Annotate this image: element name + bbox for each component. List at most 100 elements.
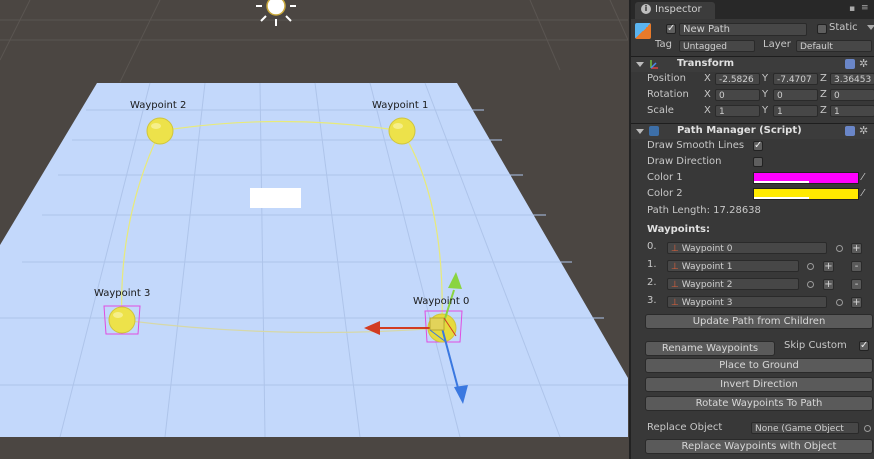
- path-length-text: Path Length: 17.28638: [647, 205, 761, 216]
- color1-field[interactable]: [753, 172, 859, 184]
- remove-waypoint-button[interactable]: -: [851, 261, 862, 272]
- eyedropper-icon[interactable]: ⁄: [862, 172, 864, 183]
- waypoint-0-field[interactable]: ⊥ Waypoint 0: [667, 242, 827, 254]
- active-checkbox[interactable]: ✓: [666, 24, 676, 34]
- position-y-label: Y: [762, 73, 769, 84]
- waypoint-1-field[interactable]: ⊥ Waypoint 1: [667, 260, 799, 272]
- rotation-label: Rotation: [647, 89, 689, 100]
- help-icon[interactable]: [845, 59, 855, 69]
- waypoint-1-name: Waypoint 1: [681, 262, 733, 272]
- replace-object-field[interactable]: None (Game Object: [751, 422, 859, 434]
- transform-ref-icon: ⊥: [671, 298, 679, 308]
- static-checkbox[interactable]: [817, 24, 827, 34]
- rotation-x-label: X: [704, 89, 711, 100]
- scale-z-input[interactable]: 1: [830, 105, 874, 117]
- place-to-ground-button[interactable]: Place to Ground: [645, 358, 873, 373]
- alpha-bar: [754, 181, 809, 183]
- position-x-input[interactable]: -2.5826: [715, 73, 760, 85]
- expand-icon: [636, 62, 644, 67]
- replace-waypoints-button[interactable]: Replace Waypoints with Object: [645, 439, 873, 454]
- waypoint-1-sphere[interactable]: [388, 117, 416, 145]
- menu-icon[interactable]: ≡: [861, 3, 869, 13]
- help-icon[interactable]: [845, 126, 855, 136]
- transform-ref-icon: ⊥: [671, 262, 679, 272]
- light-gizmo-icon[interactable]: [256, 0, 296, 26]
- scale-y-label: Y: [762, 105, 769, 116]
- remove-waypoint-button[interactable]: -: [851, 279, 862, 290]
- waypoint-2-name: Waypoint 2: [681, 280, 733, 290]
- add-waypoint-button[interactable]: +: [823, 261, 834, 272]
- lock-icon[interactable]: ▪: [849, 4, 855, 14]
- waypoint-3-label: Waypoint 3: [94, 288, 151, 299]
- layer-value: Default: [800, 42, 833, 52]
- draw-direction-checkbox[interactable]: [753, 157, 763, 167]
- skip-custom-label: Skip Custom: [784, 340, 847, 351]
- object-picker-icon[interactable]: [836, 245, 843, 252]
- rotation-z-label: Z: [820, 89, 827, 100]
- tag-label: Tag: [655, 39, 672, 50]
- replace-object-label: Replace Object: [647, 422, 723, 433]
- gear-icon[interactable]: ✲: [859, 124, 868, 137]
- waypoint-0-label: Waypoint 0: [413, 296, 470, 307]
- position-z-label: Z: [820, 73, 827, 84]
- rotation-z-input[interactable]: 0: [830, 89, 874, 101]
- color2-field[interactable]: [753, 188, 859, 200]
- waypoint-2-field[interactable]: ⊥ Waypoint 2: [667, 278, 799, 290]
- add-waypoint-button[interactable]: +: [823, 279, 834, 290]
- draw-smooth-lines-label: Draw Smooth Lines: [647, 140, 745, 151]
- scene-view[interactable]: Waypoint 2 Waypoint 1 Waypoint 3 Waypoin…: [0, 0, 628, 459]
- position-z-input[interactable]: 3.36453: [830, 73, 874, 85]
- tag-value: Untagged: [683, 42, 728, 52]
- layer-dropdown[interactable]: Default: [796, 40, 872, 52]
- eyedropper-icon[interactable]: ⁄: [862, 188, 864, 199]
- object-name-input[interactable]: New Path: [679, 23, 807, 36]
- waypoint-2-label: Waypoint 2: [130, 100, 187, 111]
- update-path-button[interactable]: Update Path from Children: [645, 314, 873, 329]
- rotation-x-input[interactable]: 0: [715, 89, 760, 101]
- object-picker-icon[interactable]: [864, 425, 871, 432]
- waypoint-index: 0.: [647, 241, 657, 252]
- expand-icon: [636, 129, 644, 134]
- layer-label: Layer: [763, 39, 791, 50]
- scale-y-input[interactable]: 1: [773, 105, 818, 117]
- tab-label: Inspector: [655, 4, 702, 15]
- chevron-down-icon[interactable]: [867, 25, 874, 30]
- scene-canvas[interactable]: [0, 0, 628, 459]
- tag-dropdown[interactable]: Untagged: [679, 40, 755, 52]
- scale-x-label: X: [704, 105, 711, 116]
- add-waypoint-button[interactable]: +: [851, 243, 862, 254]
- white-marker[interactable]: [250, 188, 301, 208]
- object-picker-icon[interactable]: [807, 281, 814, 288]
- waypoint-3-field[interactable]: ⊥ Waypoint 3: [667, 296, 827, 308]
- waypoint-0-name: Waypoint 0: [681, 244, 733, 254]
- transform-header[interactable]: Transform ✲: [631, 56, 874, 72]
- invert-direction-button[interactable]: Invert Direction: [645, 377, 873, 392]
- object-picker-icon[interactable]: [836, 299, 843, 306]
- gear-icon[interactable]: ✲: [859, 57, 868, 70]
- waypoint-index: 3.: [647, 295, 657, 306]
- path-manager-header[interactable]: Path Manager (Script) ✲: [631, 123, 874, 139]
- position-x-label: X: [704, 73, 711, 84]
- transform-ref-icon: ⊥: [671, 244, 679, 254]
- transform-icon: [649, 59, 659, 69]
- skip-custom-checkbox[interactable]: ✓: [859, 341, 869, 351]
- position-y-input[interactable]: -7.4707: [773, 73, 818, 85]
- waypoint-index: 2.: [647, 277, 657, 288]
- color2-label: Color 2: [647, 188, 683, 199]
- rotation-y-label: Y: [762, 89, 769, 100]
- draw-smooth-lines-checkbox[interactable]: ✓: [753, 141, 763, 151]
- rotate-waypoints-button[interactable]: Rotate Waypoints To Path: [645, 396, 873, 411]
- ground-plane[interactable]: [0, 83, 628, 437]
- add-waypoint-button[interactable]: +: [851, 297, 862, 308]
- object-picker-icon[interactable]: [807, 263, 814, 270]
- rename-waypoints-button[interactable]: Rename Waypoints: [645, 341, 775, 356]
- scale-x-input[interactable]: 1: [715, 105, 760, 117]
- waypoint-2-sphere[interactable]: [146, 117, 174, 145]
- background-grid: [0, 0, 628, 83]
- gameobject-icon: [635, 23, 651, 39]
- rotation-y-input[interactable]: 0: [773, 89, 818, 101]
- alpha-bar: [754, 197, 809, 199]
- tab-inspector[interactable]: i Inspector: [635, 2, 715, 19]
- color1-label: Color 1: [647, 172, 683, 183]
- waypoint-index: 1.: [647, 259, 657, 270]
